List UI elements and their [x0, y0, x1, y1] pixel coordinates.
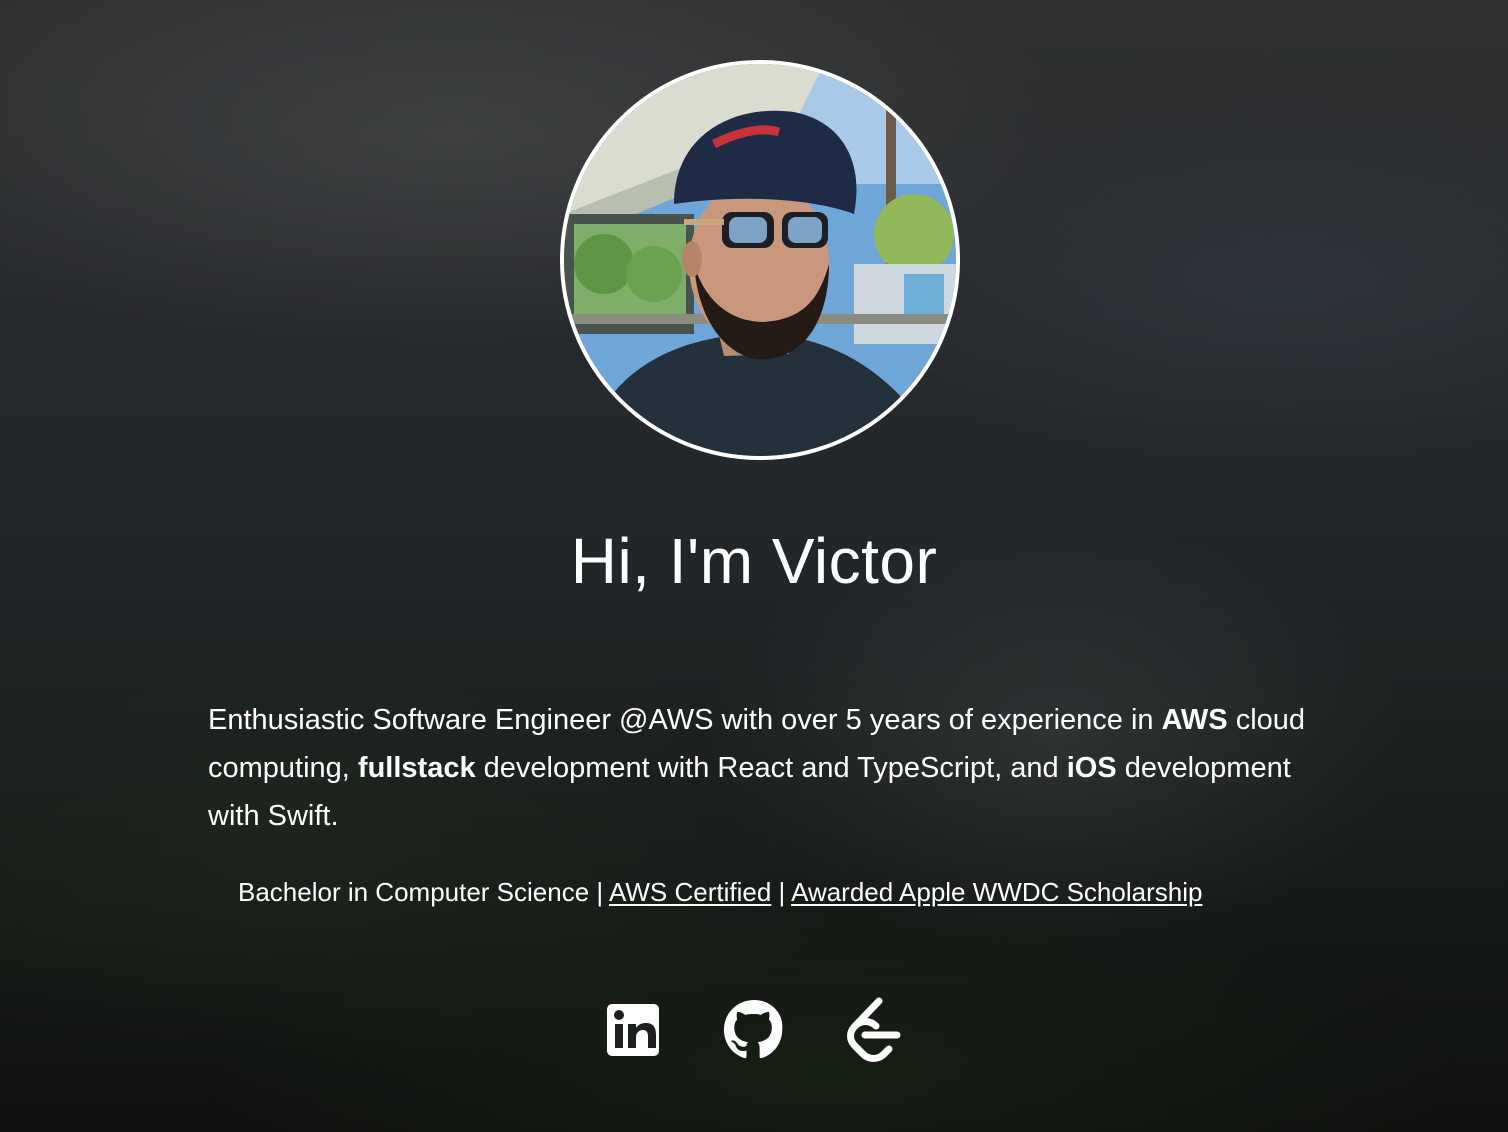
avatar: [560, 60, 960, 460]
separator: |: [596, 877, 604, 907]
separator: |: [778, 877, 786, 907]
avatar-photo: [564, 64, 956, 456]
bio-text: development with React and TypeScript, a…: [475, 752, 1067, 784]
credentials-line: Bachelor in Computer Science | AWS Certi…: [238, 872, 1438, 912]
aws-certified-link[interactable]: AWS Certified: [609, 877, 771, 907]
github-link[interactable]: [723, 997, 785, 1063]
github-icon: [723, 999, 783, 1059]
linkedin-link[interactable]: [603, 997, 665, 1063]
bio-text: Enthusiastic Software Engineer @AWS with…: [208, 704, 1162, 736]
degree-text: Bachelor in Computer Science: [238, 877, 590, 907]
bio-highlight-fullstack: fullstack: [357, 752, 476, 784]
linkedin-icon: [607, 1004, 659, 1056]
bio-paragraph: Enthusiastic Software Engineer @AWS with…: [208, 696, 1308, 840]
leetcode-icon: [847, 997, 901, 1062]
bio-highlight-aws: AWS: [1161, 704, 1228, 736]
wwdc-scholarship-link[interactable]: Awarded Apple WWDC Scholarship: [791, 877, 1202, 907]
leetcode-link[interactable]: [843, 997, 905, 1063]
bio-highlight-ios: iOS: [1066, 752, 1117, 784]
page-title: Hi, I'm Victor: [570, 525, 938, 597]
social-links: [0, 990, 1508, 1070]
